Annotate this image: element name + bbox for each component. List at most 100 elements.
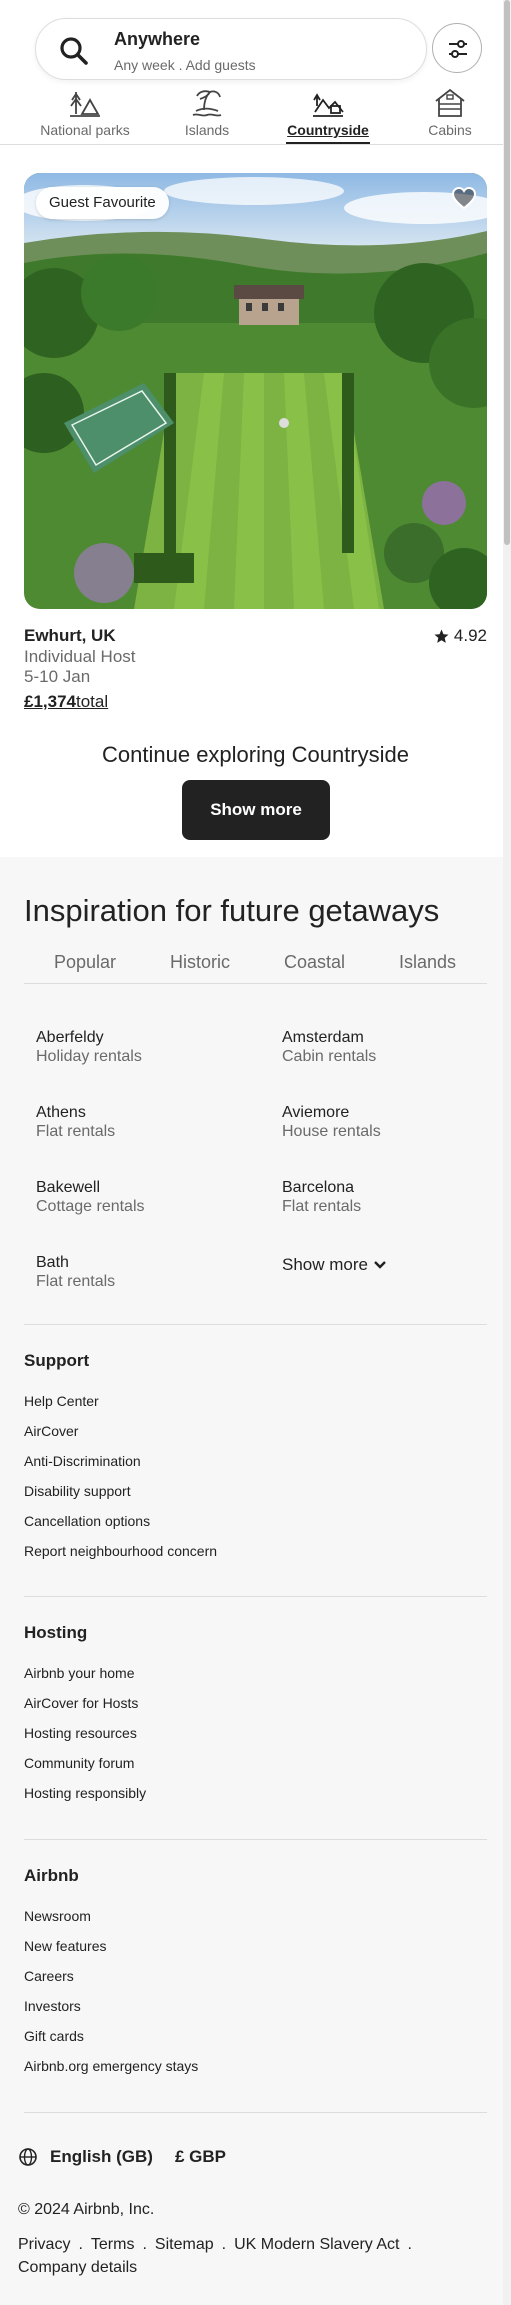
scrollbar-thumb[interactable] [504, 0, 510, 545]
destination-name: Bakewell [36, 1179, 101, 1196]
footer-link[interactable]: Careers [24, 1968, 74, 1984]
listing-price[interactable]: £1,374total [24, 692, 108, 712]
listing-dates: 5-10 Jan [24, 667, 91, 686]
footer-link[interactable]: AirCover [24, 1423, 78, 1439]
price-suffix: total [76, 692, 109, 711]
footer-link[interactable]: Hosting resources [24, 1725, 137, 1741]
globe-icon [19, 2148, 37, 2166]
destination-name: Amsterdam [282, 1029, 364, 1046]
footer-link[interactable]: Help Center [24, 1393, 99, 1409]
destination-type: Flat rentals [282, 1198, 362, 1215]
destination-link[interactable]: Aviemore House rentals [282, 1104, 381, 1141]
legal-links: Privacy. Terms. Sitemap. UK Modern Slavery … [18, 2233, 488, 2279]
filters-button[interactable] [432, 23, 482, 73]
destination-link[interactable]: Aberfeldy Holiday rentals [36, 1029, 142, 1066]
category-label: Countryside [287, 122, 369, 138]
category-national-parks[interactable]: National parks [32, 86, 138, 145]
footer-link[interactable]: Disability support [24, 1483, 131, 1499]
privacy-link[interactable]: Privacy [18, 2236, 70, 2253]
listing-photo[interactable]: Guest Favourite [24, 173, 487, 609]
search-title: Anywhere [114, 29, 201, 49]
tab-popular[interactable]: Popular [54, 952, 116, 973]
destination-type: Flat rentals [36, 1273, 116, 1290]
language-button[interactable]: English (GB) [50, 2147, 153, 2167]
footer-link[interactable]: Airbnb.org emergency stays [24, 2058, 198, 2074]
divider [24, 1839, 487, 1840]
cabins-icon [435, 88, 465, 117]
top-header: Anywhere Any week . Add guests National … [0, 0, 503, 145]
company-details-link[interactable]: Company details [18, 2259, 137, 2276]
category-cabins[interactable]: Cabins [420, 86, 480, 145]
airbnb-heading: Airbnb [24, 1866, 79, 1885]
star-icon [434, 629, 449, 643]
footer-link[interactable]: Report neighbourhood concern [24, 1543, 217, 1559]
chevron-down-icon [374, 1261, 386, 1269]
national-parks-icon [70, 92, 100, 117]
destination-name: Bath [36, 1254, 69, 1271]
destination-link[interactable]: Bath Flat rentals [36, 1254, 115, 1291]
footer-link[interactable]: AirCover for Hosts [24, 1695, 138, 1711]
inspiration-tabs: Popular Historic Coastal Islands [24, 952, 487, 984]
copyright: © 2024 Airbnb, Inc. [18, 2201, 155, 2218]
footer-link[interactable]: Newsroom [24, 1908, 91, 1924]
support-heading: Support [24, 1351, 90, 1370]
islands-icon [192, 90, 222, 117]
separator: . [407, 2236, 412, 2253]
terms-link[interactable]: Terms [91, 2236, 135, 2253]
rating-value: 4.92 [453, 626, 487, 645]
search-icon [60, 37, 88, 65]
currency-button[interactable]: £ GBP [175, 2147, 226, 2167]
destination-type: House rentals [282, 1123, 381, 1140]
guest-favourite-badge: Guest Favourite [36, 187, 169, 219]
footer-link[interactable]: Investors [24, 1998, 81, 2014]
destination-link[interactable]: Barcelona Flat rentals [282, 1179, 361, 1216]
search-subtitle: Any week . Add guests [114, 57, 256, 73]
countryside-estate-photo [24, 173, 487, 609]
destination-type: Flat rentals [36, 1123, 116, 1140]
continue-exploring-text: Continue exploring Countryside [102, 742, 409, 767]
hosting-heading: Hosting [24, 1623, 88, 1642]
category-islands[interactable]: Islands [172, 86, 242, 145]
category-bar: National parks Islands Countryside Cabin… [0, 86, 503, 145]
show-more-label: Show more [282, 1255, 368, 1274]
show-more-button[interactable]: Show more [182, 780, 330, 840]
inspiration-and-footer: Inspiration for future getaways Popular … [0, 857, 511, 2305]
separator: . [78, 2236, 83, 2253]
destination-link[interactable]: Athens Flat rentals [36, 1104, 115, 1141]
footer-link[interactable]: Airbnb your home [24, 1665, 135, 1681]
destination-link[interactable]: Bakewell Cottage rentals [36, 1179, 145, 1216]
countryside-icon [313, 93, 344, 117]
footer-link[interactable]: Gift cards [24, 2028, 84, 2044]
show-more-destinations[interactable]: Show more [282, 1255, 387, 1275]
footer-link[interactable]: Hosting responsibly [24, 1785, 146, 1801]
search-bar[interactable]: Anywhere Any week . Add guests [35, 18, 427, 80]
tab-coastal[interactable]: Coastal [284, 952, 345, 973]
separator: . [221, 2236, 227, 2253]
destination-name: Barcelona [282, 1179, 355, 1196]
tab-historic[interactable]: Historic [170, 952, 230, 973]
footer-link[interactable]: Community forum [24, 1755, 134, 1771]
active-category-underline [286, 142, 370, 144]
sitemap-link[interactable]: Sitemap [155, 2236, 214, 2253]
heart-icon[interactable] [451, 185, 477, 211]
destination-link[interactable]: Amsterdam Cabin rentals [282, 1029, 376, 1066]
category-label: Islands [184, 122, 230, 138]
modern-slavery-link[interactable]: UK Modern Slavery Act [234, 2236, 399, 2253]
locale-settings: English (GB) £ GBP [18, 2147, 226, 2167]
listing-rating: 4.92 [434, 626, 487, 646]
price-amount: £1,374 [24, 692, 76, 711]
scrollbar-track[interactable] [503, 0, 511, 2305]
category-label: Cabins [428, 122, 472, 138]
listing-host: Individual Host [24, 647, 136, 666]
separator: . [142, 2236, 147, 2253]
destination-type: Holiday rentals [36, 1048, 142, 1065]
footer-link[interactable]: New features [24, 1938, 106, 1954]
footer-link[interactable]: Cancellation options [24, 1513, 150, 1529]
destination-name: Aviemore [282, 1104, 350, 1121]
inspiration-title: Inspiration for future getaways [24, 893, 440, 928]
tab-islands[interactable]: Islands [399, 952, 456, 973]
category-countryside[interactable]: Countryside [281, 86, 375, 145]
footer-link[interactable]: Anti-Discrimination [24, 1453, 141, 1469]
divider [24, 1596, 487, 1597]
destination-name: Athens [36, 1104, 86, 1121]
